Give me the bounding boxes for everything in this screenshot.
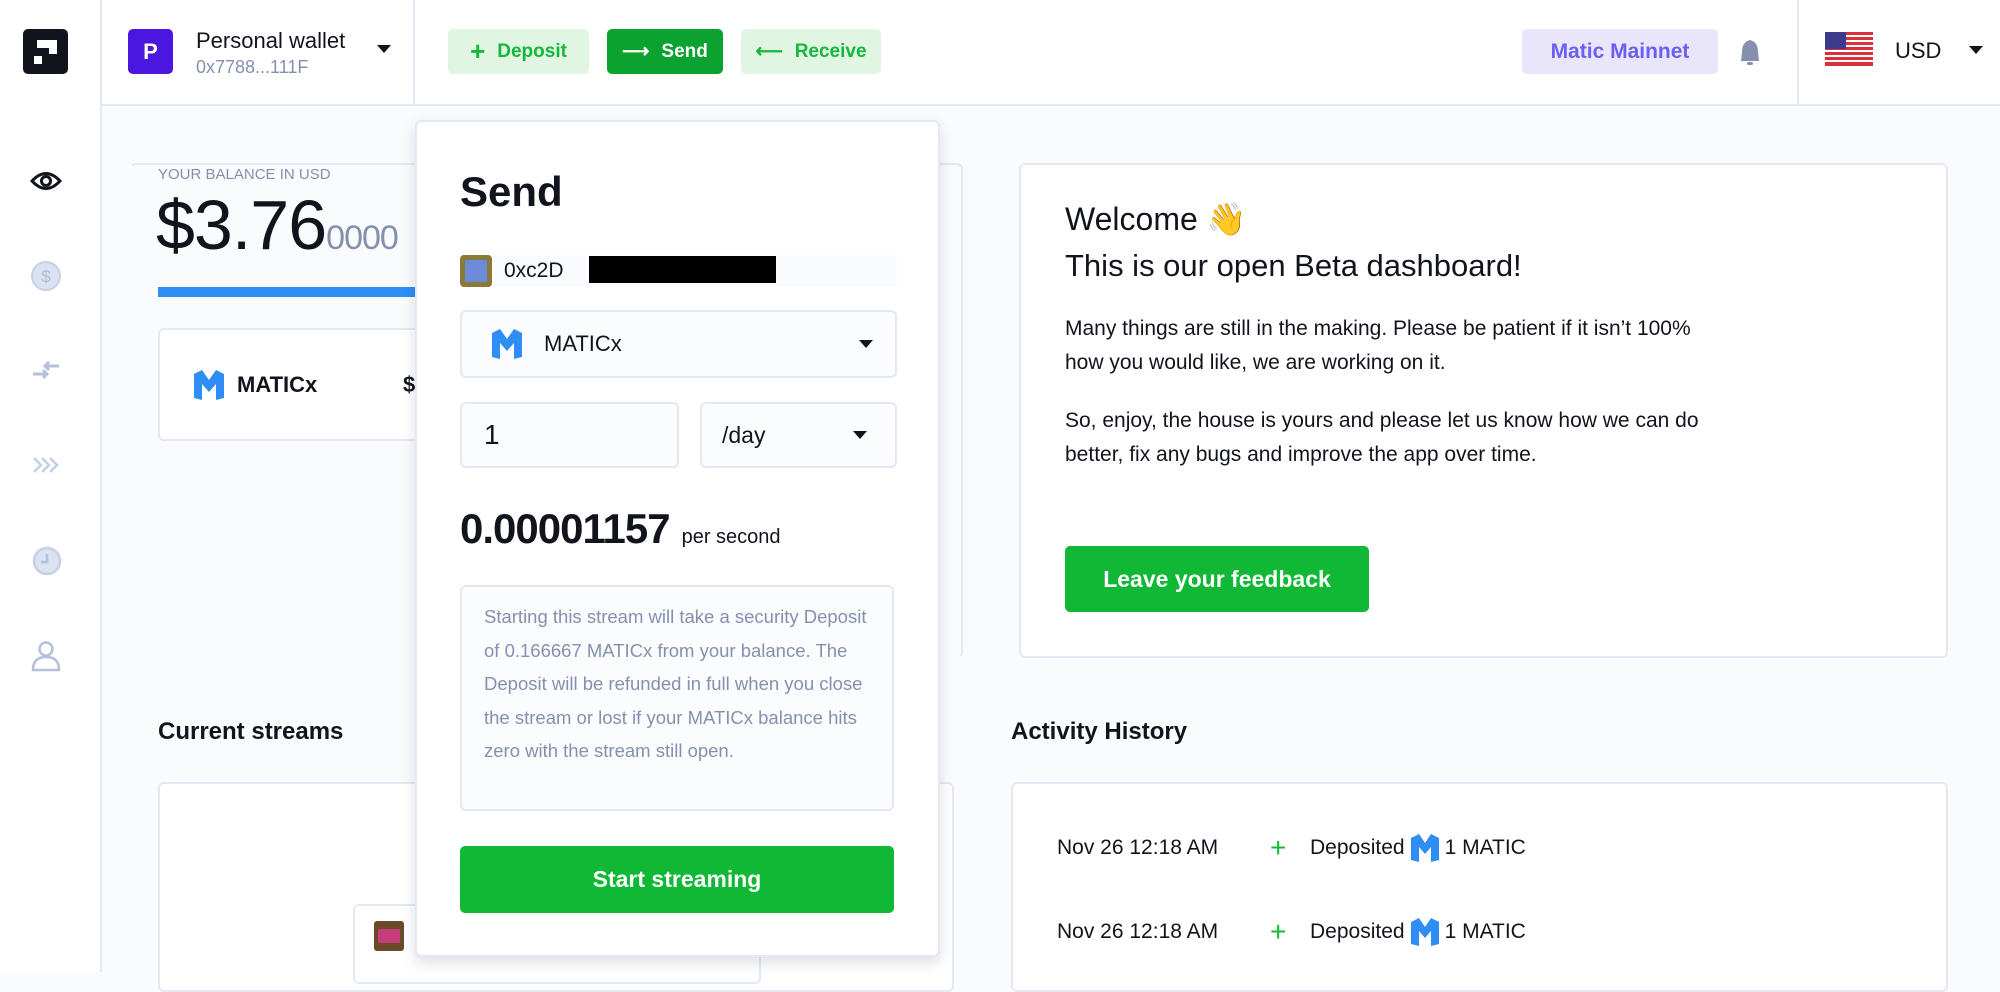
plus-icon: + (1270, 916, 1287, 947)
activity-card (1011, 782, 1948, 992)
wallet-name[interactable]: Personal wallet (196, 28, 345, 54)
sidebar (0, 0, 102, 972)
user-icon[interactable] (28, 638, 64, 674)
stream-icon[interactable] (28, 447, 64, 483)
start-streaming-button[interactable]: Start streaming (460, 846, 894, 913)
welcome-subtitle: This is our open Beta dashboard! (1065, 248, 1522, 283)
welcome-title: Welcome 👋 (1065, 201, 1247, 237)
current-streams-heading: Current streams (158, 718, 344, 745)
balance-amount: $3.760000 (156, 186, 399, 264)
deposit-button[interactable]: + Deposit (448, 29, 589, 74)
send-button[interactable]: ⟶ Send (607, 29, 723, 74)
activity-row[interactable]: Nov 26 12:18 AM + Deposited 1 MATIC (1057, 832, 1526, 864)
recipient-field[interactable]: 0xc2D (460, 255, 897, 287)
us-flag-icon[interactable] (1825, 32, 1873, 71)
wallet-dropdown-caret-icon[interactable] (377, 45, 391, 53)
send-title: Send (460, 168, 563, 215)
chevron-down-icon (853, 431, 867, 439)
activity-row[interactable]: Nov 26 12:18 AM + Deposited 1 MATIC (1057, 916, 1526, 948)
bell-icon[interactable] (1737, 38, 1763, 73)
token-name: MATICx (237, 372, 318, 397)
period-select[interactable]: /day (700, 402, 897, 468)
wallet-address: 0x7788...111F (196, 57, 309, 77)
transfer-icon[interactable] (28, 352, 64, 388)
dollar-icon[interactable]: $ (28, 258, 64, 294)
plus-icon: + (1270, 832, 1287, 863)
wallet-avatar[interactable]: P (128, 29, 173, 74)
activity-history-heading: Activity History (1011, 718, 1188, 745)
divider (1797, 0, 1799, 106)
balance-bar (158, 287, 418, 297)
plus-icon: + (470, 36, 486, 66)
maticx-logo-icon (492, 329, 522, 359)
history-icon[interactable] (28, 542, 64, 578)
flow-rate: 0.00001157 per second (460, 505, 781, 552)
network-badge[interactable]: Matic Mainnet (1522, 29, 1718, 74)
token-select[interactable]: MATICx (460, 310, 897, 378)
currency-label[interactable]: USD (1895, 38, 1941, 64)
waving-hand-icon: 👋 (1206, 201, 1247, 237)
matic-logo-icon (1410, 834, 1439, 862)
currency-dropdown-caret-icon[interactable] (1969, 46, 1983, 54)
eye-icon[interactable] (28, 163, 64, 199)
recipient-avatar-icon (460, 255, 492, 287)
app-logo[interactable] (23, 29, 68, 74)
welcome-paragraph-1: Many things are still in the making. Ple… (1065, 317, 1691, 374)
amount-input[interactable]: 1 (460, 402, 679, 468)
receive-button[interactable]: ⟵ Receive (741, 29, 881, 74)
balance-label: YOUR BALANCE IN USD (158, 166, 331, 183)
welcome-paragraph-2: So, enjoy, the house is yours and please… (1065, 409, 1699, 466)
token-value: $ (403, 372, 416, 397)
arrow-right-icon: ⟶ (622, 41, 650, 62)
redacted-address (589, 256, 776, 283)
chevron-down-icon (859, 340, 873, 348)
maticx-logo-icon (192, 370, 226, 405)
arrow-left-icon: ⟵ (755, 41, 783, 62)
divider (413, 0, 415, 106)
svg-text:$: $ (41, 267, 51, 286)
deposit-notice: Starting this stream will take a securit… (460, 585, 894, 811)
matic-logo-icon (1410, 918, 1439, 946)
stream-avatar-icon (374, 921, 404, 951)
leave-feedback-button[interactable]: Leave your feedback (1065, 546, 1369, 612)
